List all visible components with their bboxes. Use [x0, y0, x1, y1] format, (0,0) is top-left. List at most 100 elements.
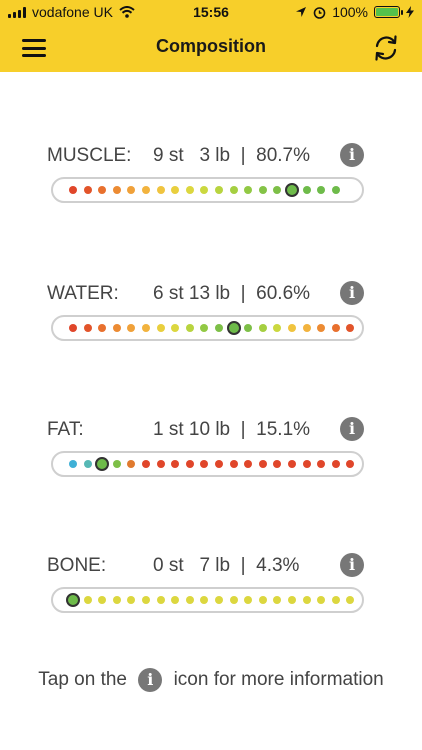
gauge-dots — [69, 453, 355, 475]
gauge-dot — [302, 186, 311, 194]
gauge-dot — [83, 596, 92, 604]
metric-row: WATER: 6 st 13 lb | 60.6% i — [47, 281, 377, 307]
gauge-dot — [273, 460, 282, 468]
metric-row: MUSCLE: 9 st 3 lb | 80.7% i — [47, 143, 377, 169]
water-gauge — [51, 315, 364, 341]
gauge-dot — [331, 324, 340, 332]
gauge-dot — [346, 324, 355, 332]
gauge-dot — [185, 596, 194, 604]
gauge-dot — [69, 324, 77, 332]
gauge-marker — [95, 457, 110, 471]
gauge-dot — [331, 186, 340, 194]
metric-label: MUSCLE: — [47, 145, 132, 166]
gauge-dot — [141, 324, 150, 332]
gauge-dot — [141, 186, 150, 194]
gauge-dot — [112, 596, 121, 604]
info-icon[interactable]: i — [340, 143, 364, 167]
info-icon[interactable]: i — [340, 417, 364, 441]
gauge-dot — [287, 596, 296, 604]
gauge-dot — [317, 324, 326, 332]
gauge-dot — [200, 596, 209, 604]
gauge-dot — [98, 186, 107, 194]
gauge-marker — [66, 593, 80, 607]
muscle-gauge — [51, 177, 364, 203]
sync-icon[interactable] — [370, 32, 402, 64]
gauge-dot — [229, 460, 238, 468]
gauge-dot — [127, 324, 136, 332]
info-icon: i — [138, 668, 163, 692]
gauge-dot — [83, 460, 92, 468]
gauge-dot — [112, 460, 121, 468]
page-title: Composition — [156, 36, 266, 56]
gauge-dots — [66, 589, 355, 611]
gauge-dot — [185, 186, 194, 194]
gauge-dot — [69, 460, 77, 468]
metric-row: BONE: 0 st 7 lb | 4.3% i — [47, 553, 377, 579]
gauge-dot — [229, 596, 238, 604]
gauge-dot — [185, 460, 194, 468]
gauge-dot — [127, 596, 136, 604]
gauge-dot — [69, 186, 77, 194]
gauge-marker — [284, 183, 299, 197]
gauge-dot — [302, 596, 311, 604]
gauge-dot — [302, 460, 311, 468]
metric-label: FAT: — [47, 419, 84, 440]
gauge-dot — [258, 324, 267, 332]
gauge-dot — [331, 596, 340, 604]
gauge-dot — [112, 324, 121, 332]
gauge-dot — [141, 460, 150, 468]
gauge-dot — [156, 596, 165, 604]
gauge-dot — [273, 596, 282, 604]
gauge-dot — [258, 596, 267, 604]
battery-percent: 100% — [332, 4, 368, 20]
metric-label: WATER: — [47, 283, 119, 304]
gauge-dot — [171, 324, 180, 332]
footer-hint: Tap on the i icon for more information — [0, 668, 422, 692]
gauge-dot — [98, 324, 107, 332]
gauge-dot — [156, 460, 165, 468]
metric-value: 6 st 13 lb | 60.6% — [153, 283, 311, 304]
gauge-dot — [229, 186, 238, 194]
footer-suffix: icon for more information — [173, 669, 384, 691]
gauge-dot — [171, 460, 180, 468]
gauge-dot — [200, 186, 209, 194]
gauge-dot — [317, 596, 326, 604]
gauge-dot — [214, 596, 223, 604]
nav-bar: Composition — [0, 24, 422, 72]
gauge-dot — [83, 186, 92, 194]
gauge-dot — [214, 460, 223, 468]
gauge-dot — [244, 324, 253, 332]
gauge-dot — [317, 186, 326, 194]
gauge-dot — [214, 186, 223, 194]
gauge-dot — [244, 460, 253, 468]
gauge-dot — [214, 324, 223, 332]
info-icon[interactable]: i — [340, 281, 364, 305]
app-header: vodafone UK 15:56 100% Composition — [0, 0, 422, 72]
gauge-dot — [287, 324, 296, 332]
gauge-marker — [226, 321, 241, 335]
gauge-dot — [185, 324, 194, 332]
gauge-dot — [258, 460, 267, 468]
gauge-dot — [112, 186, 121, 194]
location-arrow-icon — [296, 7, 307, 17]
gauge-dot — [331, 460, 340, 468]
gauge-dots — [69, 317, 355, 339]
gauge-dot — [156, 324, 165, 332]
fat-gauge — [51, 451, 364, 477]
status-bar: vodafone UK 15:56 100% — [0, 0, 422, 24]
metric-value: 1 st 10 lb | 15.1% — [153, 419, 311, 440]
gauge-dot — [171, 596, 180, 604]
gauge-dot — [302, 324, 311, 332]
gauge-dot — [273, 186, 282, 194]
alarm-icon — [313, 6, 326, 19]
gauge-dot — [98, 596, 107, 604]
gauge-dot — [127, 460, 136, 468]
gauge-dot — [200, 460, 209, 468]
gauge-dot — [171, 186, 180, 194]
gauge-dot — [317, 460, 326, 468]
gauge-dot — [83, 324, 92, 332]
metric-row: FAT: 1 st 10 lb | 15.1% i — [47, 417, 377, 443]
gauge-dot — [287, 460, 296, 468]
info-icon[interactable]: i — [340, 553, 364, 577]
gauge-dot — [346, 460, 355, 468]
